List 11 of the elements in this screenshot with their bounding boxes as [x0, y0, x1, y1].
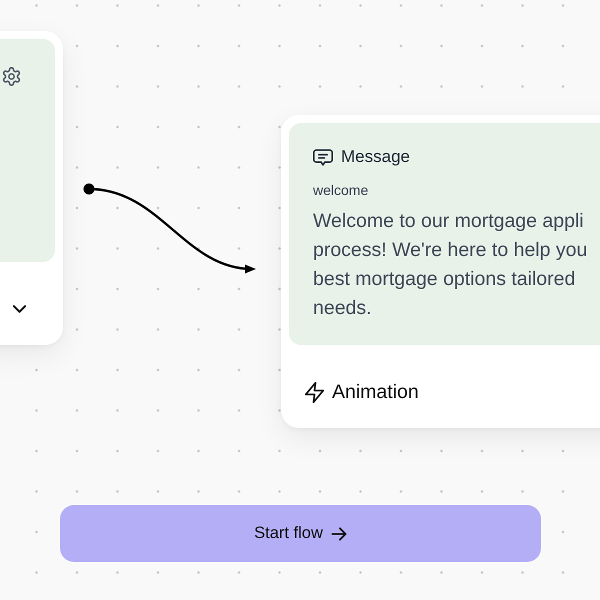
settings-icon[interactable] — [2, 67, 21, 86]
arrow-right-icon — [330, 526, 347, 540]
lightning-icon — [305, 382, 324, 402]
port-dot[interactable] — [84, 184, 94, 194]
chevron-down-icon[interactable] — [13, 305, 26, 313]
start-flow-button[interactable]: Start flow — [60, 505, 541, 562]
animation-label: Animation — [332, 380, 419, 404]
node-title: Message — [341, 147, 410, 167]
message-name: welcome — [313, 181, 368, 199]
chat-bubble-icon — [313, 148, 333, 166]
message-text: Welcome to our mortgage appli process! We're here to help you best mortgage options tailored needs. — [313, 209, 588, 321]
